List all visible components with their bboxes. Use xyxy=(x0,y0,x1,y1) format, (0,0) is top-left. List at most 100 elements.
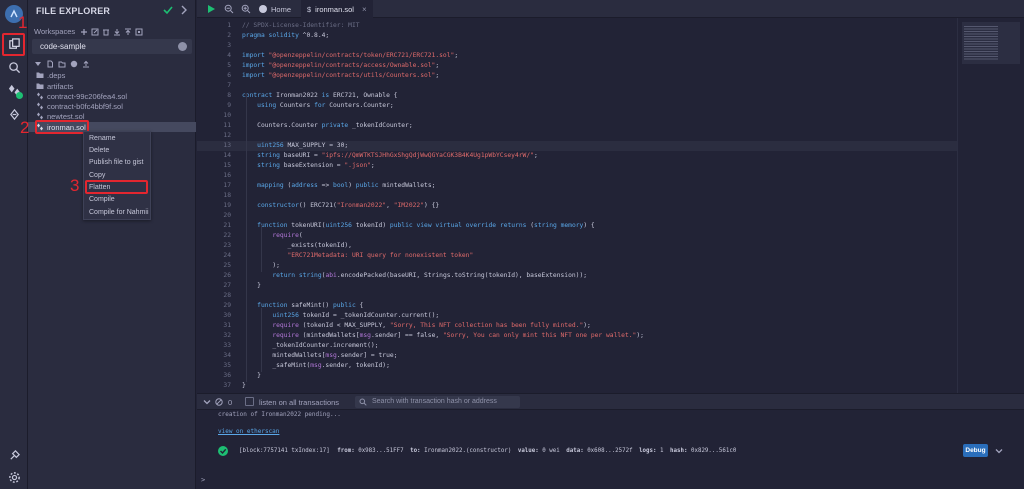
log-block: [block:7757141 txIndex:17] xyxy=(239,448,330,454)
tree-item-contract-99c206fea4[interactable]: contract-99c206fea4.sol xyxy=(28,91,196,101)
tree-item-artifacts[interactable]: artifacts xyxy=(28,81,196,91)
code-line[interactable]: 13 uint256 MAX_SUPPLY = 30; xyxy=(197,141,957,151)
code-line[interactable]: 20 xyxy=(197,211,957,221)
code-line[interactable]: 37} xyxy=(197,381,957,391)
code-line[interactable]: 14 string baseURI = "ipfs://QmWTKTSJHhGx… xyxy=(197,151,957,161)
code-line[interactable]: 29 function safeMint() public { xyxy=(197,301,957,311)
code-line[interactable]: 27 } xyxy=(197,281,957,291)
chevron-right-icon[interactable] xyxy=(178,4,190,16)
code-line[interactable]: 5 import "@openzeppelin/contracts/access/… xyxy=(197,61,957,71)
workspace-select[interactable]: code-sample xyxy=(32,39,192,54)
file-explorer-panel: FILE EXPLORER Workspaces code-sample .de… xyxy=(28,0,196,489)
code-line[interactable]: 19 constructor() ERC721("Ironman2022", "… xyxy=(197,201,957,211)
code-line[interactable]: 1 // SPDX-License-Identifier: MIT xyxy=(197,21,957,31)
code-line[interactable]: 12 xyxy=(197,131,957,141)
code-text: Counters.Counter private _tokenIdCounter… xyxy=(242,122,413,129)
line-number: 37 xyxy=(223,382,231,389)
code-line[interactable]: 6 import "@openzeppelin/contracts/utils/C… xyxy=(197,71,957,81)
code-line[interactable]: 25 ); xyxy=(197,261,957,271)
log-logs-label: logs: xyxy=(639,448,657,454)
code-line[interactable]: 31 require (tokenId < MAX_SUPPLY, "Sorry… xyxy=(197,321,957,331)
github-icon[interactable] xyxy=(70,60,78,68)
menu-item-delete[interactable]: Delete xyxy=(89,146,109,156)
code-line[interactable]: 15 string baseExtension = ".json"; xyxy=(197,161,957,171)
code-line[interactable]: 36 } xyxy=(197,371,957,381)
tx-search-input[interactable]: Search with transaction hash or address xyxy=(355,396,520,408)
terminal-prompt[interactable]: > xyxy=(201,476,205,484)
code-line[interactable]: 34 mintedWallets[msg.sender] = true; xyxy=(197,351,957,361)
plugin-manager-icon[interactable] xyxy=(4,445,24,465)
code-line[interactable]: 3 xyxy=(197,41,957,51)
code-editor[interactable]: 1 // SPDX-License-Identifier: MIT 2 pragma … xyxy=(197,18,957,393)
download-workspace-icon[interactable] xyxy=(113,28,121,36)
settings-gear-icon[interactable] xyxy=(4,467,24,487)
new-file-icon[interactable] xyxy=(46,60,54,68)
solidity-file-icon xyxy=(37,102,43,110)
tx-log-line[interactable]: [block:7757141 txIndex:17] from: 0x983..… xyxy=(239,448,736,454)
workspace-dropdown-icon[interactable] xyxy=(178,42,187,51)
code-line[interactable]: 7 xyxy=(197,81,957,91)
solidity-file-icon: $ xyxy=(307,4,312,14)
code-line[interactable]: 28 xyxy=(197,291,957,301)
run-icon[interactable] xyxy=(206,4,216,14)
rename-workspace-icon[interactable] xyxy=(91,28,99,36)
menu-item-publish-gist[interactable]: Publish file to gist xyxy=(89,158,143,168)
restore-workspace-icon[interactable] xyxy=(124,28,132,36)
listen-checkbox[interactable] xyxy=(245,397,254,406)
code-line[interactable]: 22 require( xyxy=(197,231,957,241)
workspace-name: code-sample xyxy=(40,42,86,51)
clear-console-icon[interactable] xyxy=(215,398,223,406)
code-line[interactable]: 30 uint256 tokenId = _tokenIdCounter.cur… xyxy=(197,311,957,321)
code-line[interactable]: 16 xyxy=(197,171,957,181)
code-text: } xyxy=(242,282,261,289)
annotation-number-2: 2 xyxy=(20,118,30,137)
code-line[interactable]: 8 contract Ironman2022 is ERC721, Ownable… xyxy=(197,91,957,101)
caret-down-icon[interactable] xyxy=(34,60,42,68)
code-minimap[interactable] xyxy=(957,18,1024,393)
etherscan-link[interactable]: view on etherscan xyxy=(218,428,279,435)
menu-item-compile[interactable]: Compile xyxy=(89,195,115,205)
tree-item-contract-b0fc4bbf9f[interactable]: contract-b0fc4bbf9f.sol xyxy=(28,101,196,111)
menu-item-rename[interactable]: Rename xyxy=(89,134,115,144)
tree-item-label: artifacts xyxy=(47,81,74,91)
check-icon[interactable] xyxy=(162,4,174,16)
log-value: 0 wei xyxy=(542,448,560,454)
tab-home[interactable]: Home xyxy=(253,0,297,18)
search-icon[interactable] xyxy=(4,57,24,77)
code-line[interactable]: 35 _safeMint(msg.sender, tokenId); xyxy=(197,361,957,371)
code-line[interactable]: 4 import "@openzeppelin/contracts/token/E… xyxy=(197,51,957,61)
chevron-down-icon[interactable] xyxy=(203,398,211,406)
clone-repo-icon[interactable] xyxy=(135,28,143,36)
code-line[interactable]: 21 function tokenURI(uint256 tokenId) pu… xyxy=(197,221,957,231)
line-number: 36 xyxy=(223,372,231,379)
delete-workspace-icon[interactable] xyxy=(102,28,110,36)
tree-item-deps[interactable]: .deps xyxy=(28,70,196,80)
close-tab-icon[interactable]: × xyxy=(362,5,367,14)
zoom-out-icon[interactable] xyxy=(224,4,234,14)
code-line[interactable]: 9 using Counters for Counters.Counter; xyxy=(197,101,957,111)
log-hash: 0x829...561c0 xyxy=(690,448,737,454)
zoom-in-icon[interactable] xyxy=(241,4,251,14)
code-line[interactable]: 11 Counters.Counter private _tokenIdCoun… xyxy=(197,121,957,131)
code-line[interactable]: 32 require (mintedWallets[msg.sender] ==… xyxy=(197,331,957,341)
log-hash-label: hash: xyxy=(670,448,688,454)
code-line[interactable]: 2 pragma solidity ^0.8.4; xyxy=(197,31,957,41)
code-line[interactable]: 24 "ERC721Metadata: URI query for nonexi… xyxy=(197,251,957,261)
code-line[interactable]: 23 _exists(tokenId), xyxy=(197,241,957,251)
code-line[interactable]: 26 return string(abi.encodePacked(baseUR… xyxy=(197,271,957,281)
debug-button[interactable]: Debug xyxy=(963,444,988,457)
code-line[interactable]: 10 xyxy=(197,111,957,121)
chevron-down-icon[interactable] xyxy=(995,447,1003,455)
new-folder-icon[interactable] xyxy=(58,60,66,68)
code-line[interactable]: 17 mapping (address => bool) public mint… xyxy=(197,181,957,191)
line-number: 29 xyxy=(223,302,231,309)
log-to: Ironman2022.(constructor) xyxy=(424,448,512,454)
line-number: 19 xyxy=(223,202,231,209)
create-workspace-icon[interactable] xyxy=(80,28,88,36)
code-line[interactable]: 18 xyxy=(197,191,957,201)
upload-icon[interactable] xyxy=(82,60,90,68)
tx-search-placeholder: Search with transaction hash or address xyxy=(372,398,497,405)
menu-item-compile-nahmii[interactable]: Compile for Nahmii xyxy=(89,208,149,218)
tab-ironman[interactable]: $ ironman.sol × xyxy=(301,0,373,18)
code-line[interactable]: 33 _tokenIdCounter.increment(); xyxy=(197,341,957,351)
